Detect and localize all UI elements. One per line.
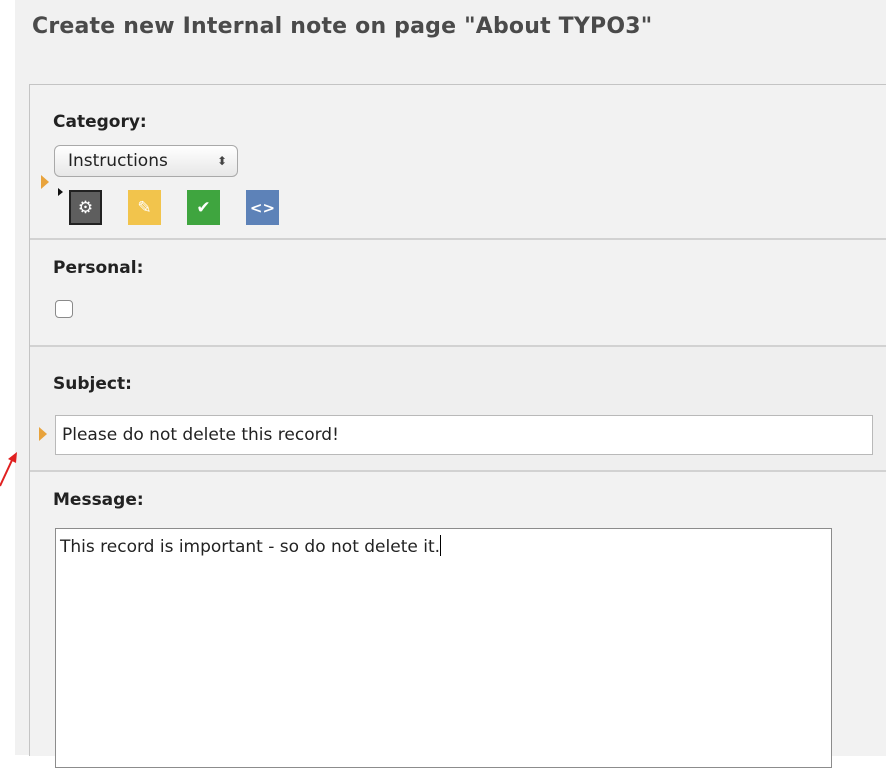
page-title: Create new Internal note on page "About …	[32, 14, 653, 39]
category-select[interactable]: Instructions ⬍	[54, 145, 238, 177]
message-textarea[interactable]: This record is important - so do not del…	[55, 528, 832, 768]
code-icon[interactable]: <>	[246, 190, 279, 225]
category-selected-value: Instructions	[68, 151, 168, 171]
pointer-icon	[58, 188, 63, 196]
gear-icon[interactable]: ⚙	[69, 190, 102, 225]
category-label: Category:	[53, 112, 147, 132]
annotation-arrow-icon	[0, 452, 17, 487]
personal-label: Personal:	[53, 258, 144, 278]
subject-input[interactable]	[55, 415, 873, 455]
category-section: Category: Instructions ⬍ ⚙ ✎ ✔ <>	[30, 85, 886, 240]
message-label: Message:	[53, 490, 144, 510]
select-arrows-icon: ⬍	[216, 154, 227, 168]
subject-section: Subject:	[30, 347, 886, 472]
check-icon[interactable]: ✔	[187, 190, 220, 225]
pin-icon[interactable]: ✎	[128, 190, 161, 225]
field-marker-icon	[41, 175, 49, 189]
message-text: This record is important - so do not del…	[60, 537, 441, 557]
field-marker-icon	[39, 427, 47, 441]
subject-label: Subject:	[53, 374, 132, 394]
personal-section: Personal:	[30, 240, 886, 347]
record-form: Category: Instructions ⬍ ⚙ ✎ ✔ <> Person…	[29, 84, 886, 768]
text-caret	[440, 535, 442, 556]
personal-checkbox[interactable]	[55, 300, 73, 318]
